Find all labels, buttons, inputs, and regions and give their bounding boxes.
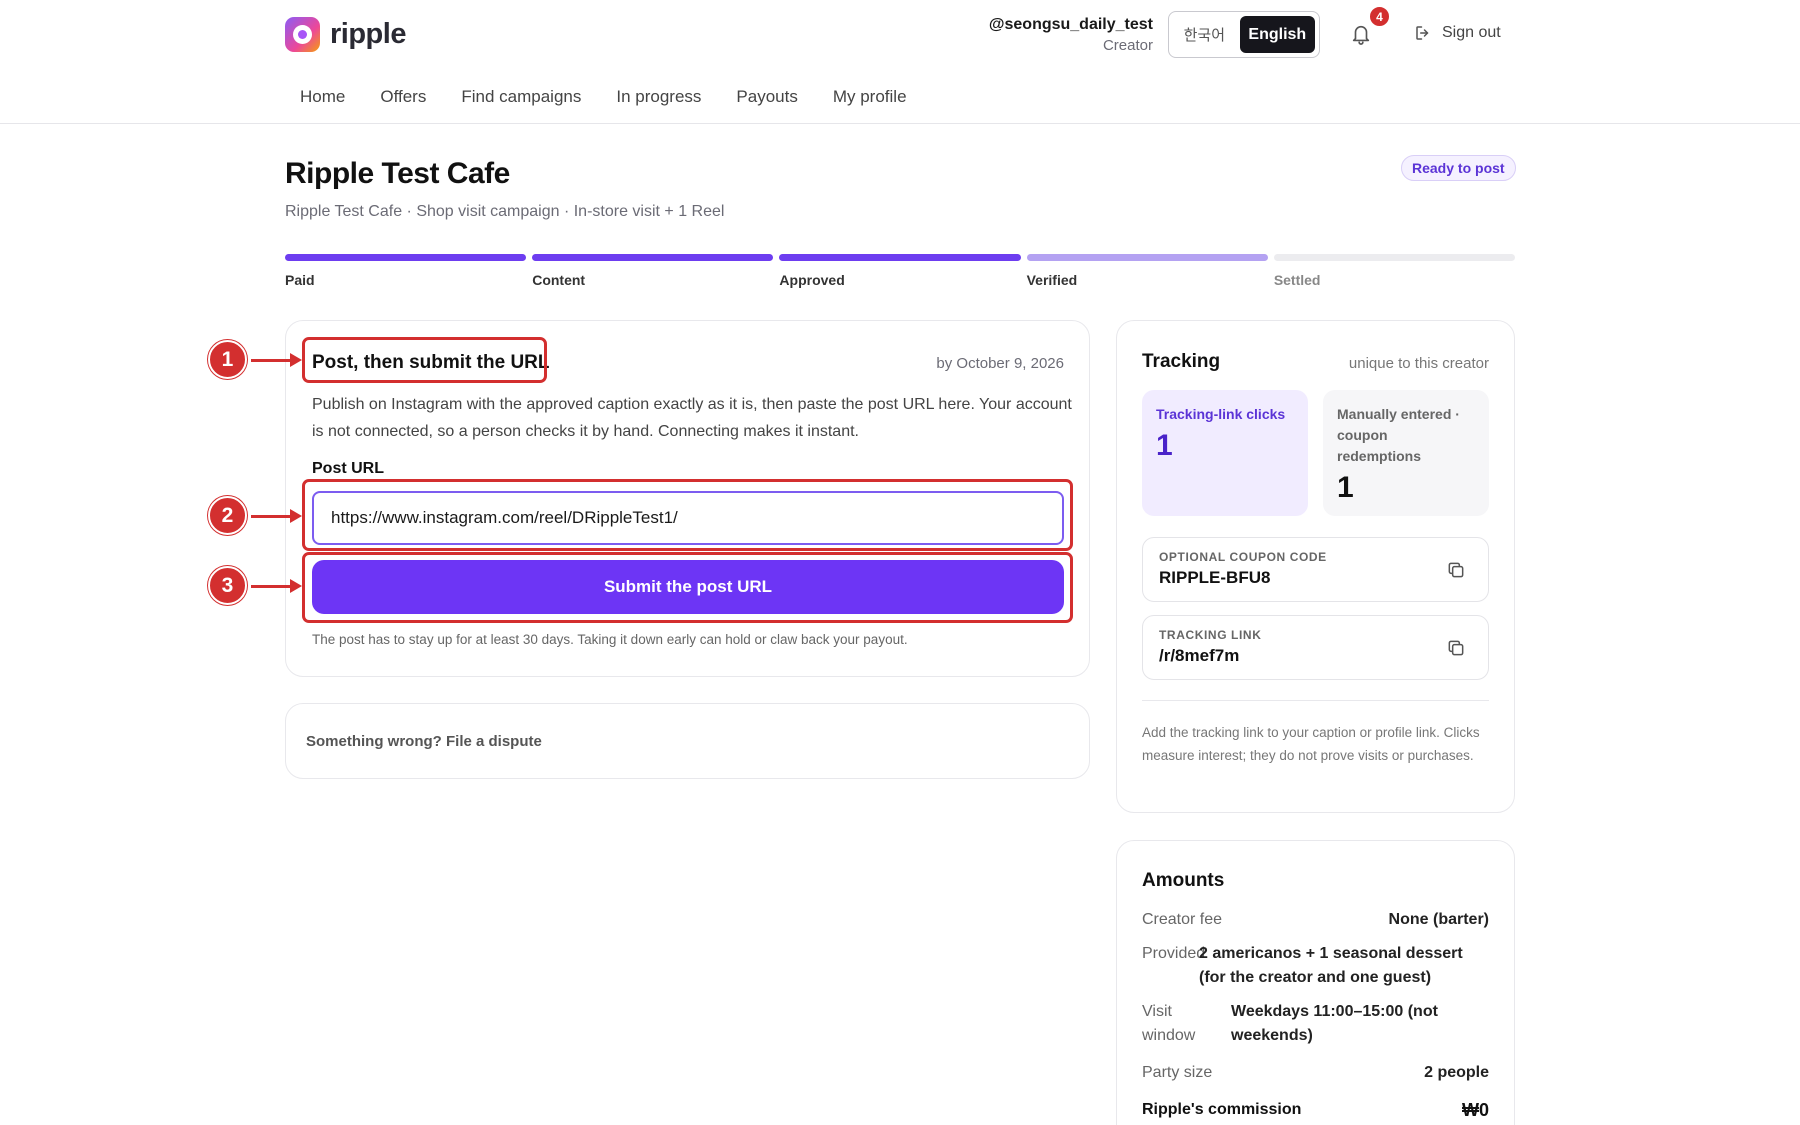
brand-name: ripple <box>330 18 406 50</box>
progress-stepper: Paid Content Approved Verified Settled <box>285 254 1516 288</box>
main-nav: Home Offers Find campaigns In progress P… <box>300 87 907 107</box>
step-settled: Settled <box>1273 254 1516 288</box>
step-bar <box>1026 254 1268 261</box>
tracking-subtitle: unique to this creator <box>1348 355 1489 372</box>
step-bar <box>532 254 774 261</box>
notification-badge: 4 <box>1368 5 1391 28</box>
row-key: Visit window <box>1142 1003 1196 1044</box>
step-label: Verified <box>1026 272 1078 288</box>
deadline: by October 9, 2026 <box>936 355 1064 372</box>
annotation-marker-3: 3 <box>208 566 247 605</box>
tracking-link-box: TRACKING LINK /r/8mef7m <box>1142 615 1489 680</box>
page-subtitle: Ripple Test Cafe · Shop visit campaign ·… <box>285 203 725 220</box>
copy-icon[interactable] <box>1446 560 1466 580</box>
amounts-card: Amounts Creator fee None (barter) Provid… <box>1116 840 1515 1125</box>
nav-find-campaigns[interactable]: Find campaigns <box>461 87 581 107</box>
row-key: Creator fee <box>1142 911 1223 928</box>
step-content: Content <box>532 254 774 288</box>
commission-row: Ripple's commission ₩0 <box>1142 1098 1489 1122</box>
dispute-card[interactable]: Something wrong? File a dispute <box>285 703 1090 779</box>
lang-english-button[interactable]: English <box>1239 16 1315 53</box>
step-label: Paid <box>285 272 315 288</box>
row-value: ₩0 <box>1462 1100 1489 1120</box>
step-bar <box>1273 254 1516 261</box>
coupon-code-box: OPTIONAL COUPON CODE RIPPLE-BFU8 <box>1142 537 1489 602</box>
clicks-value: 1 <box>1156 429 1173 462</box>
step-bar <box>285 254 527 261</box>
creator-fee-row: Creator fee None (barter) <box>1142 908 1489 932</box>
user-info: @seongsu_daily_test Creator <box>989 16 1153 54</box>
step-label: Settled <box>1273 272 1321 288</box>
step-label: Approved <box>779 272 845 288</box>
top-bar: ripple @seongsu_daily_test Creator 한국어 E… <box>0 0 1800 124</box>
annotation-highlight <box>302 552 1073 623</box>
retention-note: The post has to stay up for at least 30 … <box>312 632 908 647</box>
language-toggle: 한국어 English <box>1168 11 1320 58</box>
ripple-logo-icon <box>285 17 320 52</box>
clicks-metric: Tracking-link clicks 1 <box>1142 390 1308 516</box>
post-url-label: Post URL <box>312 460 384 477</box>
provided-row: Provided 2 americanos + 1 seasonal desse… <box>1142 942 1489 990</box>
user-role: Creator <box>1102 37 1153 54</box>
row-value: None (barter) <box>1388 911 1489 928</box>
tracking-card: Tracking unique to this creator Tracking… <box>1116 320 1515 813</box>
copy-icon[interactable] <box>1446 638 1466 658</box>
row-key: Party size <box>1142 1064 1213 1081</box>
sign-out-label: Sign out <box>1442 24 1501 41</box>
step-paid: Paid <box>285 254 527 288</box>
nav-my-profile[interactable]: My profile <box>833 87 907 107</box>
page-title: Ripple Test Cafe <box>285 157 510 190</box>
sign-out-icon <box>1416 26 1429 40</box>
bell-icon[interactable] <box>1350 22 1372 46</box>
coupon-label: Manually entered · coupon redemptions <box>1337 406 1460 464</box>
annotation-arrow <box>251 509 302 523</box>
annotation-highlight <box>302 337 547 383</box>
row-value: Weekdays 11:00–15:00 (not weekends) <box>1231 1003 1438 1044</box>
step-bar <box>779 254 1021 261</box>
submit-description: Publish on Instagram with the approved c… <box>312 396 1072 440</box>
step-approved: Approved <box>779 254 1021 288</box>
row-value: 2 people <box>1424 1064 1489 1081</box>
step-label: Content <box>532 272 586 288</box>
visit-window-row: Visit window Weekdays 11:00–15:00 (not w… <box>1142 1000 1489 1048</box>
file-dispute-link[interactable]: Something wrong? File a dispute <box>306 733 542 750</box>
nav-in-progress[interactable]: In progress <box>616 87 701 107</box>
row-key: Ripple's commission <box>1142 1101 1302 1118</box>
clicks-label: Tracking-link clicks <box>1156 406 1286 422</box>
nav-payouts[interactable]: Payouts <box>736 87 797 107</box>
annotation-arrow <box>251 353 302 367</box>
amounts-title: Amounts <box>1142 870 1225 891</box>
coupon-metric: Manually entered · coupon redemptions 1 <box>1323 390 1489 516</box>
tracking-title: Tracking <box>1142 351 1221 372</box>
row-key: Provided <box>1142 945 1206 962</box>
tracking-help: Add the tracking link to your caption or… <box>1142 725 1480 763</box>
status-badge: Ready to post <box>1401 155 1516 181</box>
party-size-row: Party size 2 people <box>1142 1061 1489 1085</box>
nav-home[interactable]: Home <box>300 87 345 107</box>
lang-korean-button[interactable]: 한국어 <box>1173 16 1236 53</box>
coupon-value: 1 <box>1337 471 1354 504</box>
annotation-marker-2: 2 <box>208 496 247 535</box>
tracking-link-label: TRACKING LINK <box>1159 628 1262 642</box>
coupon-code-value: RIPPLE-BFU8 <box>1159 568 1271 587</box>
coupon-code-label: OPTIONAL COUPON CODE <box>1159 550 1327 564</box>
row-value: 2 americanos + 1 seasonal dessert (for t… <box>1199 945 1463 986</box>
brand-logo[interactable]: ripple <box>285 17 406 52</box>
annotation-highlight <box>302 479 1073 551</box>
annotation-arrow <box>251 579 302 593</box>
nav-offers[interactable]: Offers <box>380 87 426 107</box>
sign-out-button[interactable]: Sign out <box>1414 24 1501 42</box>
tracking-link-value: /r/8mef7m <box>1159 646 1240 665</box>
step-verified: Verified <box>1026 254 1268 288</box>
annotation-marker-1: 1 <box>208 340 247 379</box>
divider <box>1142 700 1489 701</box>
user-handle: @seongsu_daily_test <box>988 16 1153 33</box>
